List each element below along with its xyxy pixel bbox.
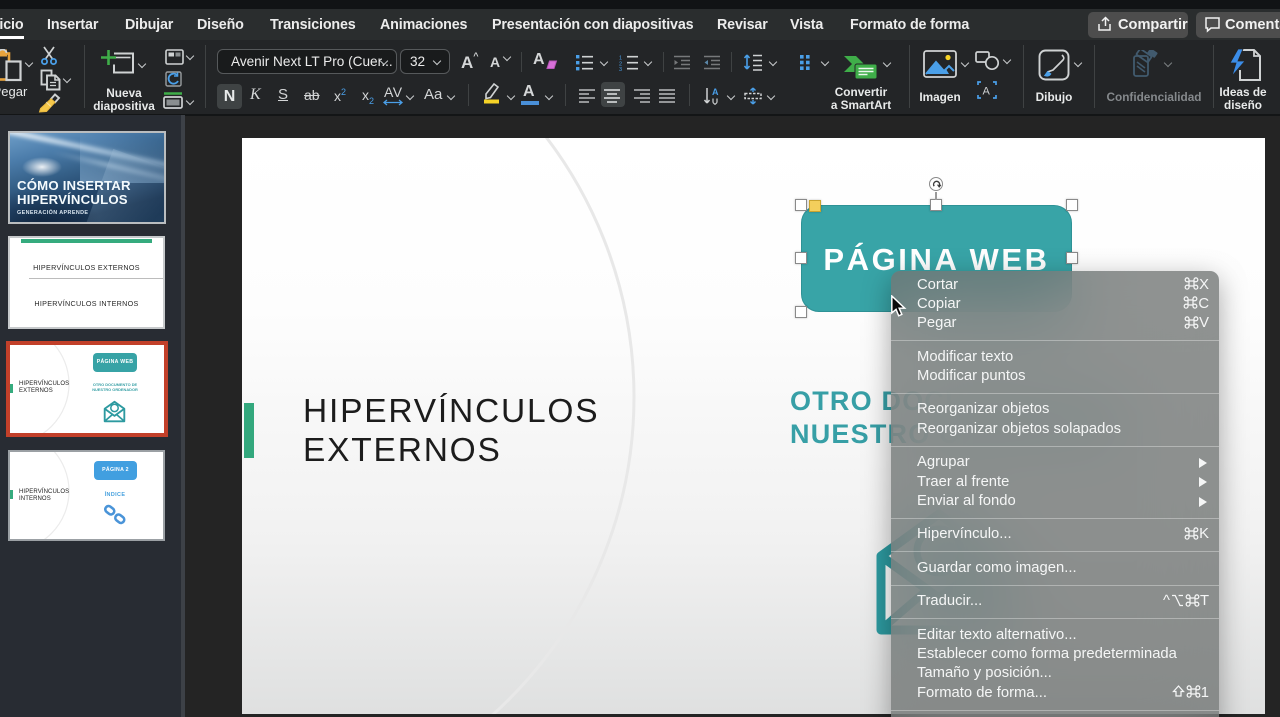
svg-text:A: A — [712, 87, 719, 97]
svg-text:3: 3 — [619, 67, 622, 71]
svg-text:A: A — [983, 86, 991, 98]
